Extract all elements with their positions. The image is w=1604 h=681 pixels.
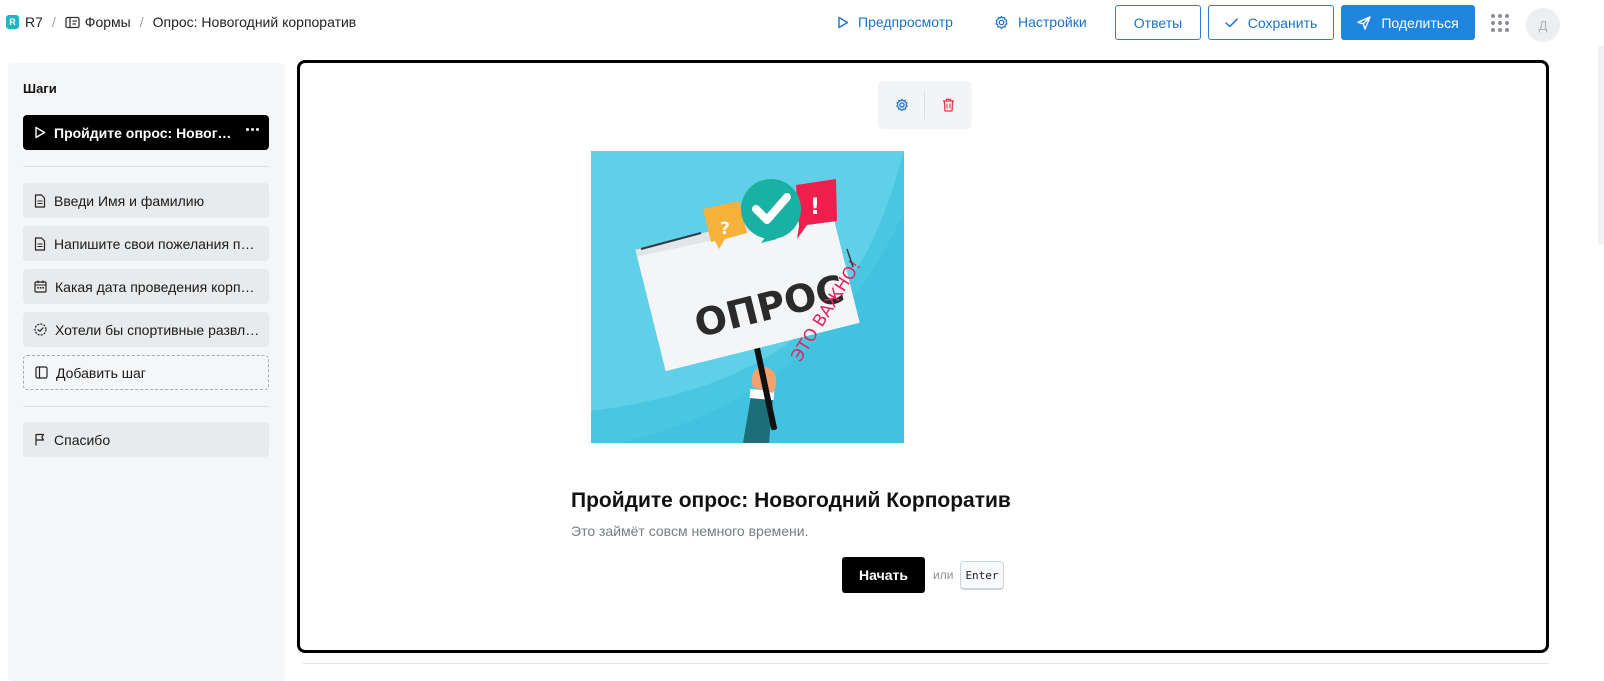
play-icon [838,16,849,28]
form-canvas: ОПРОС ЭТО ВАЖНО! ? ! Пройдите опрос: Нов… [297,60,1549,653]
share-label: Поделиться [1381,14,1459,31]
toolbar-divider [924,91,925,119]
share-button[interactable]: Поделиться [1341,5,1475,40]
workspace-logo: R [6,15,19,29]
scrollbar[interactable] [1598,45,1604,245]
settings-label: Настройки [1018,14,1087,30]
step-item[interactable]: Введи Имя и фамилию [23,183,269,218]
add-step-icon [35,366,48,379]
trash-icon [942,98,954,112]
divider [303,663,1549,664]
top-actions: Предпросмотр Настройки Ответы Сохранить … [824,5,1604,42]
save-button[interactable]: Сохранить [1208,5,1334,40]
enter-key-hint: Enter [960,561,1004,590]
step-item[interactable]: Напишите свои пожелания по корпоративу [23,226,269,261]
element-settings-button[interactable] [892,95,912,115]
document-icon [34,236,46,251]
breadcrumb: R R7 / Формы / Опрос: Новогодний корпора… [6,12,356,32]
forms-icon [65,16,80,28]
divider [23,406,269,407]
check-circle-icon [34,323,47,336]
breadcrumb-separator: / [139,14,144,30]
steps-sidebar: Шаги Пройдите опрос: Новогодний Корпорат… [8,63,285,681]
gear-icon [995,15,1008,29]
step-label: Хотели бы спортивные развлечения [55,321,260,338]
step-ending-label: Спасибо [54,431,111,448]
play-icon [35,126,46,139]
form-cover-image[interactable]: ОПРОС ЭТО ВАЖНО! ? ! [591,151,904,443]
preview-label: Предпросмотр [858,14,953,30]
add-step-button[interactable]: Добавить шаг [23,355,269,390]
answers-label: Ответы [1133,14,1183,31]
step-item[interactable]: Хотели бы спортивные развлечения [23,312,269,347]
add-step-label: Добавить шаг [56,364,146,381]
settings-button[interactable]: Настройки [994,5,1087,39]
check-icon [1224,17,1238,27]
or-label: или [933,568,954,582]
step-label: Какая дата проведения корпоратива [55,278,260,295]
step-welcome-label: Пройдите опрос: Новогодний Корпоратив [54,124,232,141]
form-title[interactable]: Пройдите опрос: Новогодний Корпоратив [571,489,1011,513]
survey-illustration: ОПРОС ЭТО ВАЖНО! ? ! [591,151,904,443]
breadcrumb-current: Опрос: Новогодний корпоратив [152,14,357,30]
calendar-icon [34,280,47,293]
bubble-question: ? [720,219,730,239]
gear-icon [896,98,908,112]
breadcrumb-separator: / [51,14,56,30]
step-ending[interactable]: Спасибо [23,422,269,457]
bubble-exclaim: ! [810,195,820,220]
preview-button[interactable]: Предпросмотр [837,5,953,39]
step-label: Напишите свои пожелания по корпоративу [54,235,259,252]
form-subtitle[interactable]: Это займёт совсм немного времени. [571,523,808,539]
step-welcome[interactable]: Пройдите опрос: Новогодний Корпоратив [23,115,269,150]
answers-button[interactable]: Ответы [1115,5,1201,40]
avatar[interactable]: Д [1526,8,1560,42]
step-item[interactable]: Какая дата проведения корпоратива [23,269,269,304]
breadcrumb-workspace[interactable]: R7 [25,14,43,30]
save-label: Сохранить [1247,14,1318,31]
breadcrumb-forms-label: Формы [84,14,131,30]
start-button[interactable]: Начать [842,557,925,593]
delete-button[interactable] [938,95,958,115]
flag-icon [35,433,45,446]
apps-grid-icon[interactable] [1491,14,1509,32]
send-icon [1357,15,1372,30]
divider [23,166,269,167]
sidebar-title: Шаги [23,81,57,96]
step-label: Введи Имя и фамилию [54,192,205,209]
element-toolbar [878,81,972,129]
more-options-icon[interactable] [246,128,259,131]
document-icon [34,193,46,208]
breadcrumb-forms[interactable]: Формы [65,14,131,30]
top-bar: R R7 / Формы / Опрос: Новогодний корпора… [0,0,1604,45]
